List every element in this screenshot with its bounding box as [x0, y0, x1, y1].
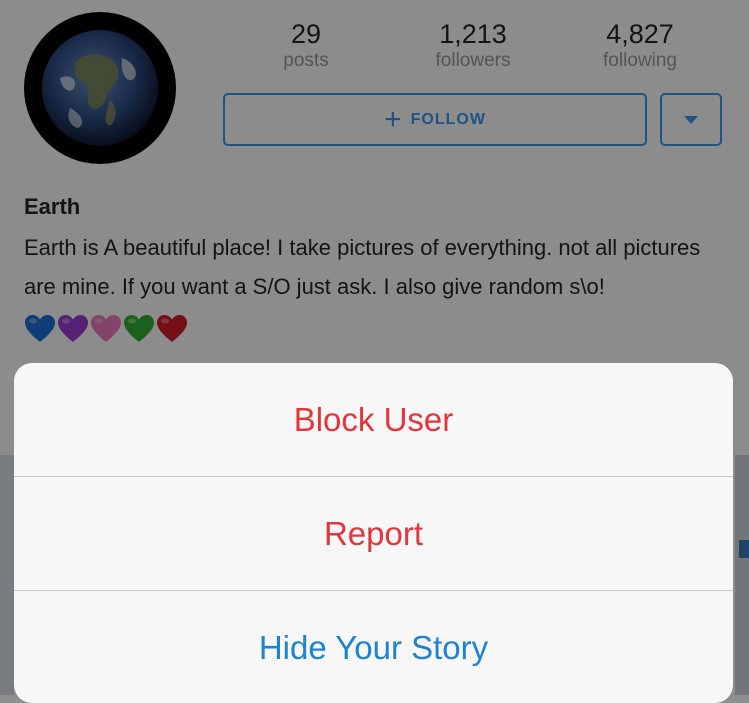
block-user-action[interactable]: Block User — [14, 363, 733, 477]
report-action[interactable]: Report — [14, 477, 733, 591]
hide-your-story-action[interactable]: Hide Your Story — [14, 591, 733, 703]
action-sheet: Block User Report Hide Your Story — [14, 363, 733, 703]
